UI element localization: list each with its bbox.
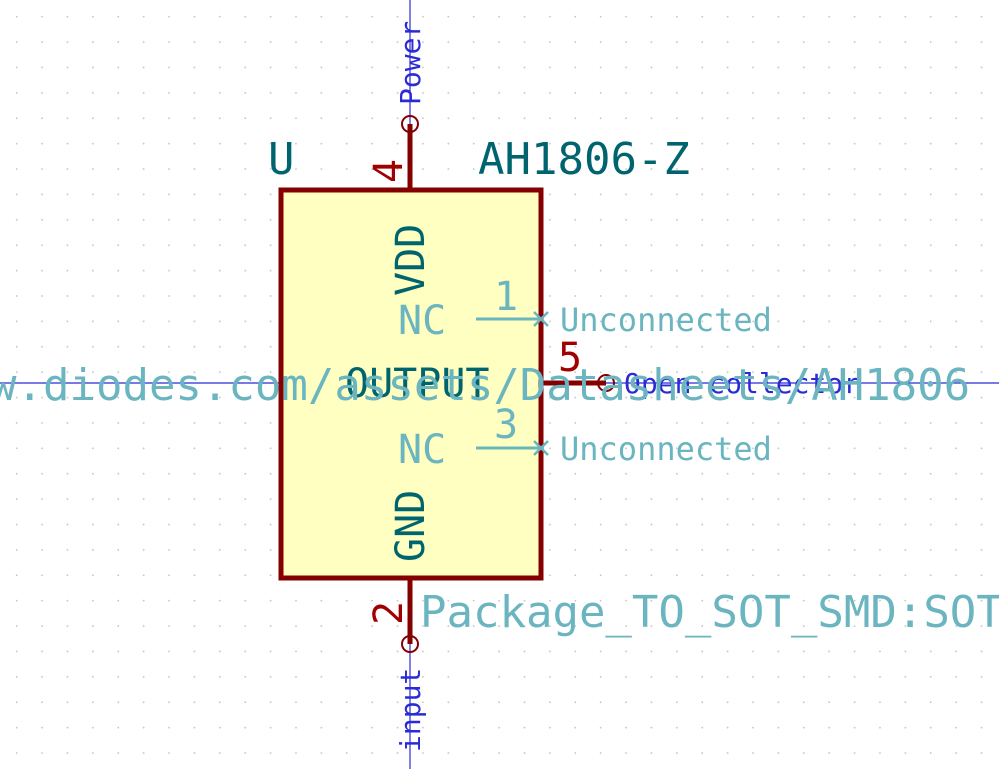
pin-2-name: GND bbox=[388, 490, 434, 562]
component-value[interactable]: AH1806-Z bbox=[478, 134, 690, 185]
pin-4-name: VDD bbox=[388, 224, 434, 296]
pin-2-number: 2 bbox=[366, 601, 412, 625]
pin-1-number: 1 bbox=[494, 274, 518, 320]
pin-1-name: NC bbox=[398, 298, 446, 344]
pin-1-type: Unconnected bbox=[560, 301, 772, 339]
pin-4-number: 4 bbox=[366, 159, 412, 183]
schematic-canvas[interactable]: U AH1806-Z 4 Power VDD NC 1 Unconnected … bbox=[0, 0, 999, 769]
pin-2-type: input bbox=[394, 668, 427, 752]
pin-3-type: Unconnected bbox=[560, 430, 772, 468]
footprint-field[interactable]: Package_TO_SOT_SMD:SOT bbox=[420, 587, 999, 638]
pin-3-name: NC bbox=[398, 427, 446, 473]
datasheet-field[interactable]: w.diodes.com/assets/Datasheets/AH1806 bbox=[0, 360, 970, 411]
reference-designator[interactable]: U bbox=[268, 134, 295, 185]
pin-4-type: Power bbox=[394, 21, 427, 105]
